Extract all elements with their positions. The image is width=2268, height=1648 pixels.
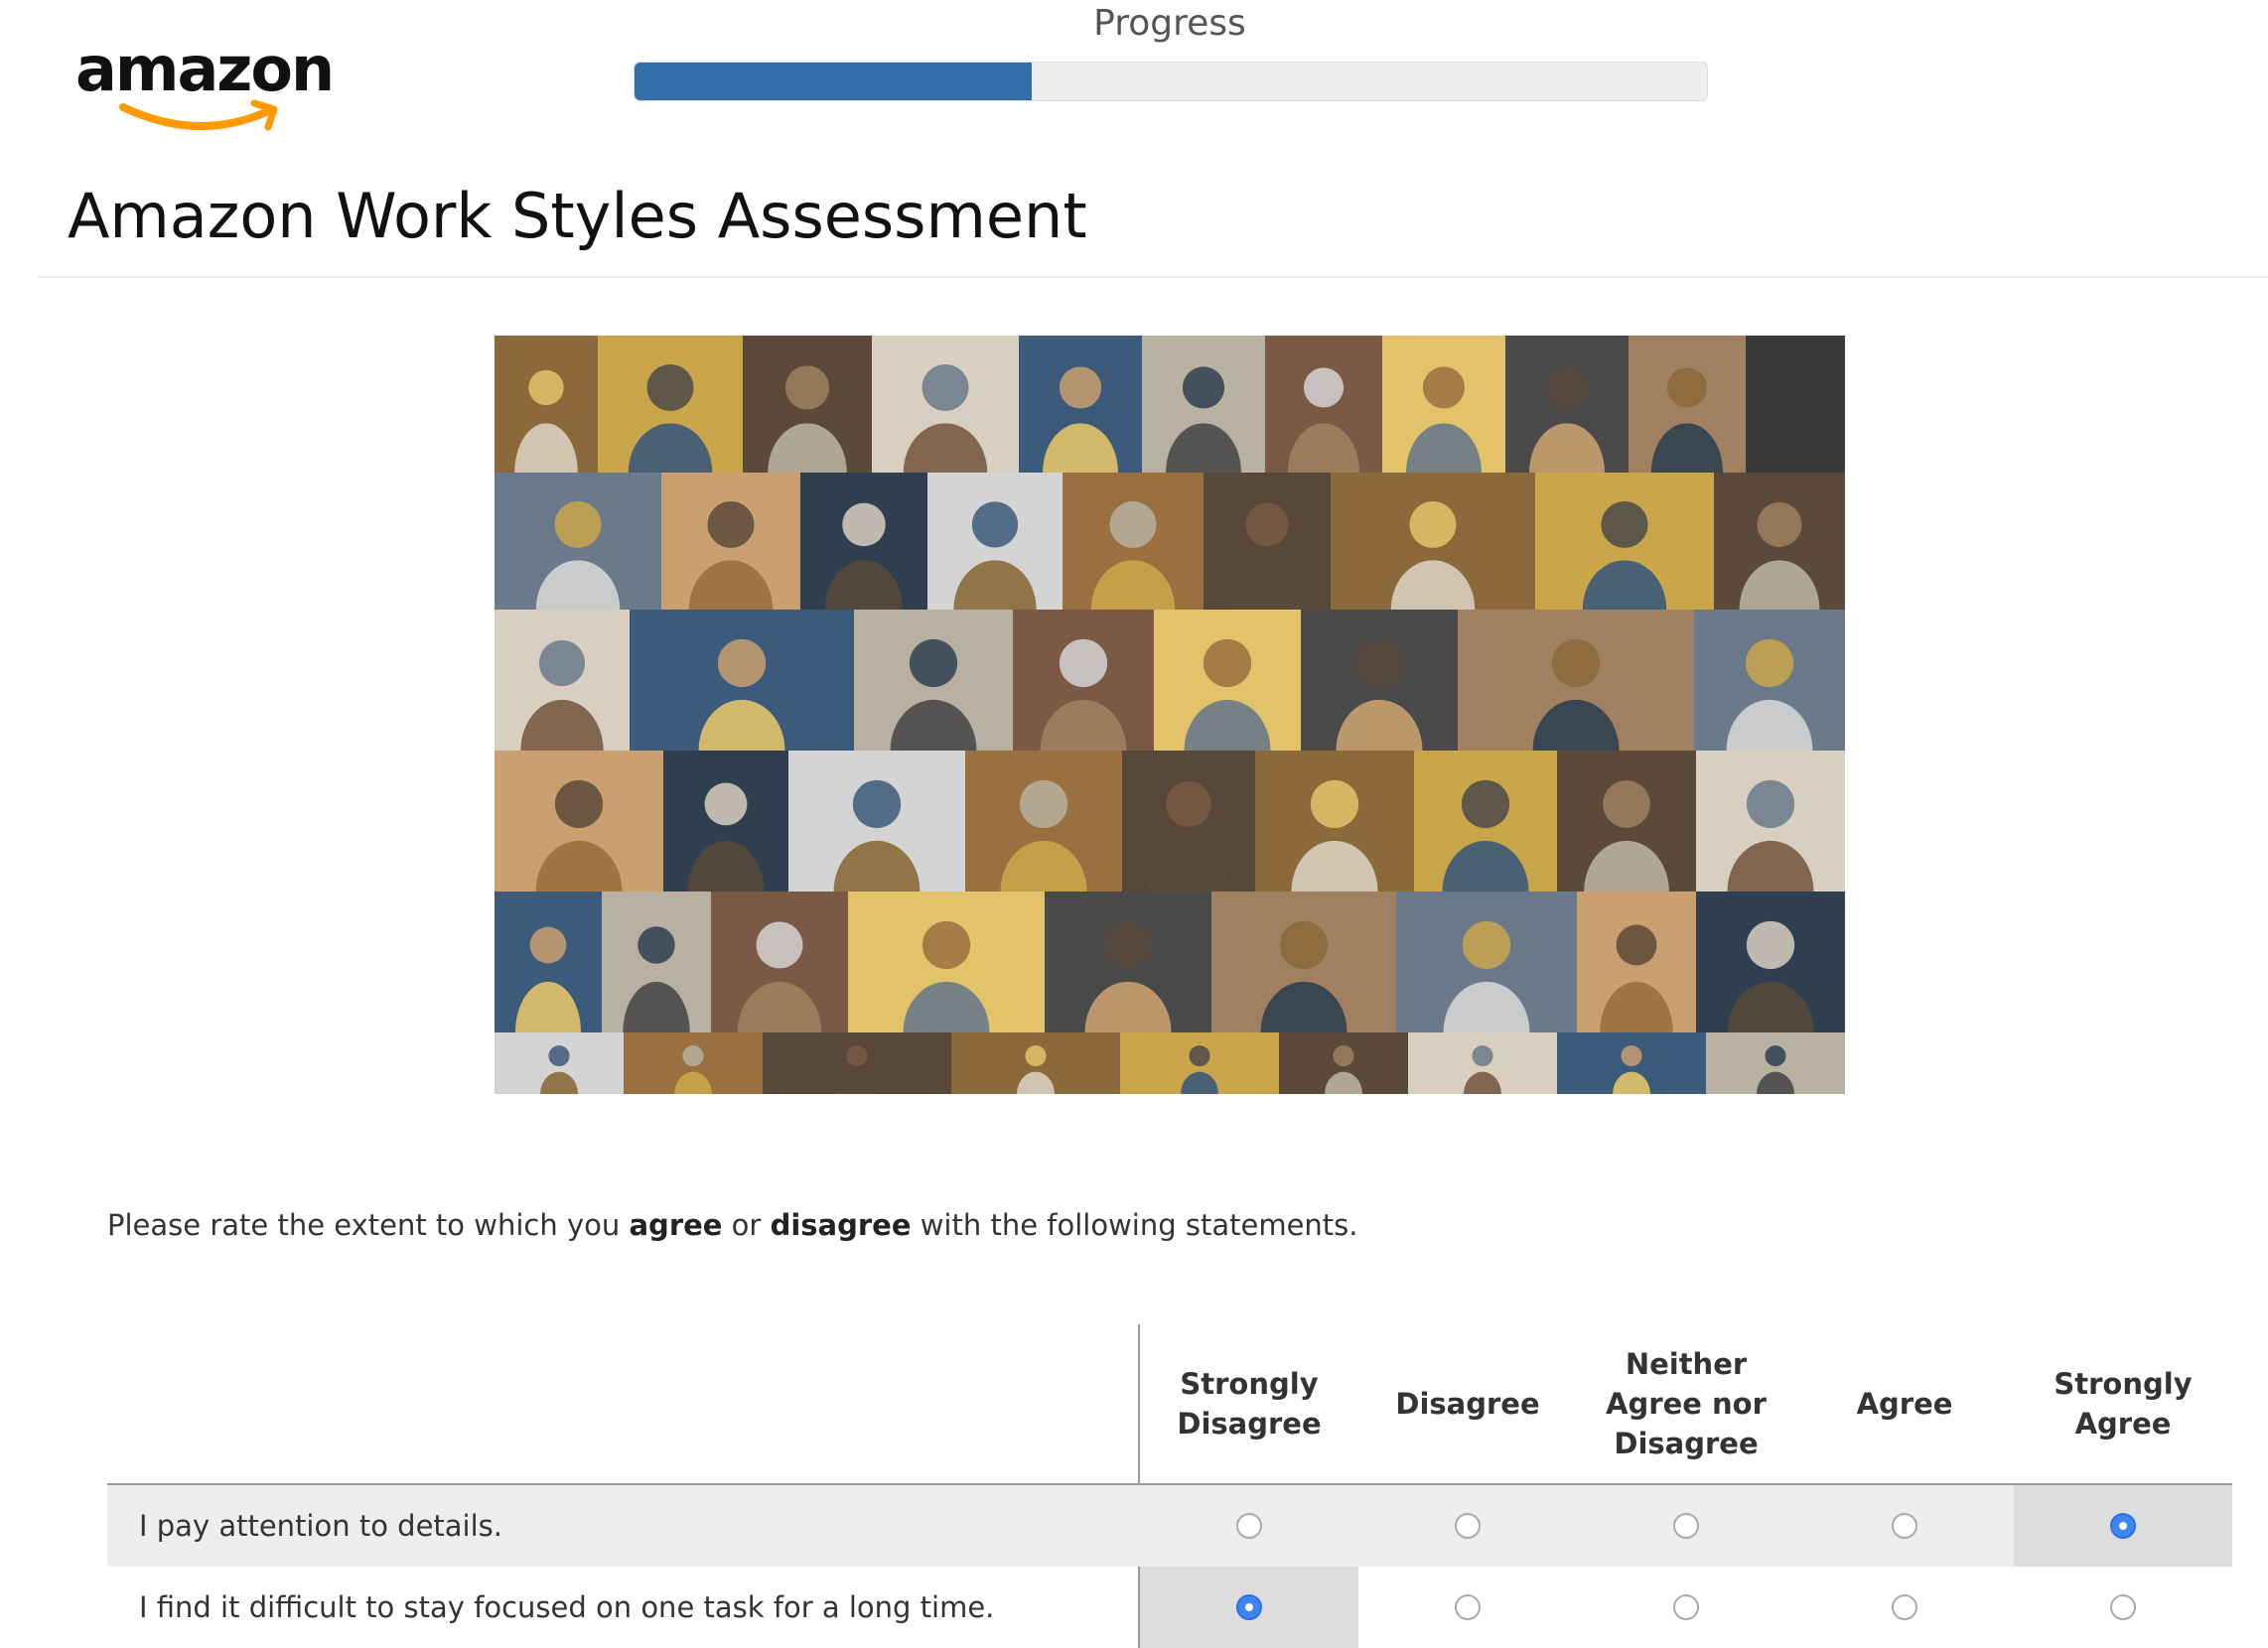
radio-button-strongly-agree[interactable] — [2110, 1513, 2136, 1539]
collage-photo-tile — [624, 1032, 763, 1094]
smile-arrow-icon — [119, 99, 278, 131]
statement-label: I find it difficult to stay focused on o… — [139, 1590, 995, 1624]
answer-cell[interactable] — [1795, 1567, 2014, 1648]
instructions-prefix: Please rate the extent to which you — [107, 1208, 630, 1242]
answer-cell[interactable] — [1795, 1485, 2014, 1567]
collage-photo-tile — [1706, 1032, 1845, 1094]
radio-button-strongly-agree[interactable] — [2110, 1594, 2136, 1620]
radio-button-neither-agree-nor-disagree[interactable] — [1673, 1513, 1699, 1539]
title-divider — [38, 276, 2268, 278]
collage-photo-tile — [495, 1032, 624, 1094]
answer-cell[interactable] — [2014, 1567, 2232, 1648]
instructions-middle: or — [722, 1208, 771, 1242]
answer-cell[interactable] — [1358, 1485, 1577, 1567]
answer-cell[interactable] — [2014, 1485, 2232, 1567]
radio-button-agree[interactable] — [1892, 1513, 1917, 1539]
progress-bar — [634, 62, 1708, 101]
column-header-neither-agree-nor-disagree: Neither Agree nor Disagree — [1606, 1347, 1767, 1460]
progress-bar-fill — [635, 63, 1032, 100]
survey-header-row: Strongly Disagree Disagree Neither Agree n… — [107, 1324, 2232, 1485]
column-header-strongly-disagree: Strongly Disagree — [1177, 1367, 1322, 1441]
amazon-logo: amazon — [70, 30, 335, 131]
radio-button-disagree[interactable] — [1455, 1594, 1481, 1620]
statement-row: I find it difficult to stay focused on o… — [107, 1567, 2232, 1648]
column-header-agree: Agree — [1856, 1387, 1953, 1421]
statement-row: I pay attention to details. — [107, 1485, 2232, 1567]
instructions-agree: agree — [629, 1208, 723, 1242]
collage-photo-tile — [1557, 1032, 1706, 1094]
radio-button-disagree[interactable] — [1455, 1513, 1481, 1539]
answer-cell[interactable] — [1577, 1567, 1795, 1648]
answer-cell[interactable] — [1358, 1567, 1577, 1648]
collage-photo-tile — [1279, 1032, 1408, 1094]
radio-button-strongly-disagree[interactable] — [1236, 1594, 1262, 1620]
survey-rows: I pay attention to details. I find it dif… — [107, 1485, 2232, 1648]
instructions-suffix: with the following statements. — [911, 1208, 1358, 1242]
page-header: amazon Progress — [0, 0, 2268, 149]
radio-button-agree[interactable] — [1892, 1594, 1917, 1620]
photo-collage-image — [495, 336, 1845, 1094]
radio-button-strongly-disagree[interactable] — [1236, 1513, 1262, 1539]
collage-photo-tile — [1120, 1032, 1279, 1094]
employee-photo-collage — [495, 336, 1845, 1094]
answer-cell[interactable] — [1140, 1567, 1358, 1648]
collage-photo-tile — [763, 1032, 951, 1094]
likert-survey-table: Strongly Disagree Disagree Neither Agree n… — [107, 1324, 2232, 1648]
column-header-strongly-agree: Strongly Agree — [2054, 1367, 2193, 1441]
page-title: Amazon Work Styles Assessment — [68, 180, 1087, 252]
column-header-disagree: Disagree — [1395, 1387, 1540, 1421]
instructions-text: Please rate the extent to which you agre… — [107, 1205, 1358, 1245]
statement-label: I pay attention to details. — [139, 1509, 502, 1543]
answer-cell[interactable] — [1140, 1485, 1358, 1567]
answer-cell[interactable] — [1577, 1485, 1795, 1567]
collage-photo-tile — [951, 1032, 1120, 1094]
progress-label: Progress — [1093, 3, 1246, 44]
radio-button-neither-agree-nor-disagree[interactable] — [1673, 1594, 1699, 1620]
instructions-disagree: disagree — [770, 1208, 912, 1242]
collage-photo-tile — [1408, 1032, 1557, 1094]
